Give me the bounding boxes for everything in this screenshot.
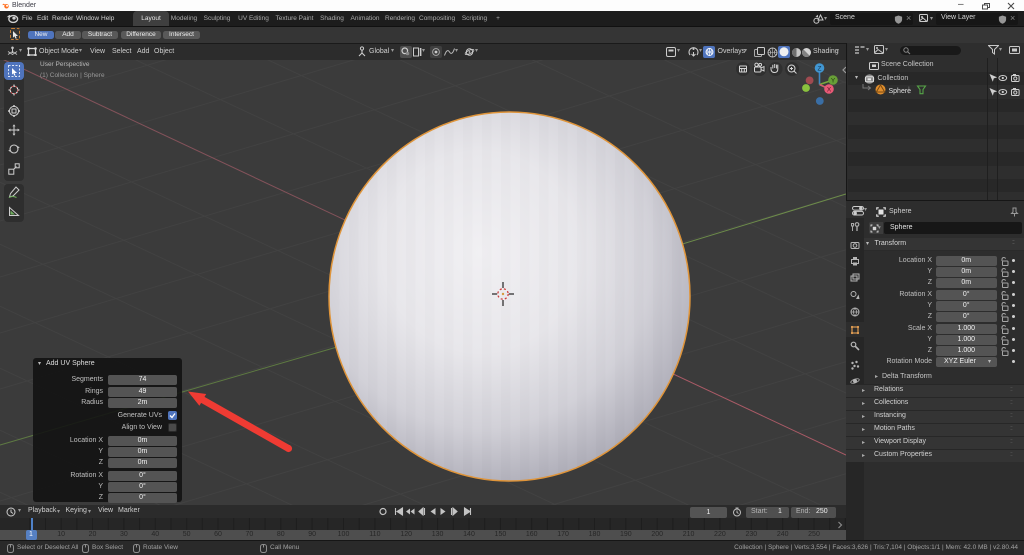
svg-text:X: X [827,87,832,94]
svg-text:Y: Y [831,78,836,85]
svg-text:Z: Z [818,66,822,73]
